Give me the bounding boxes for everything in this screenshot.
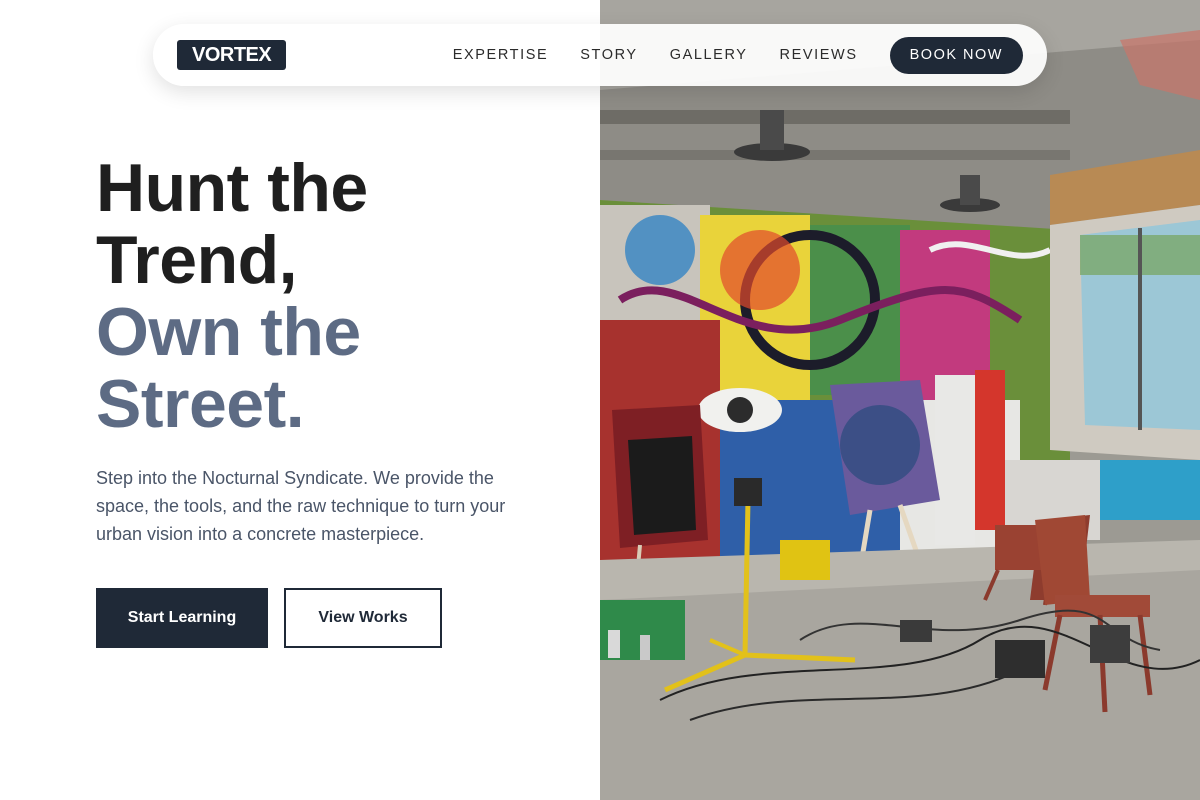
nav-link-expertise[interactable]: EXPERTISE bbox=[453, 47, 549, 63]
hero-image-graffiti-studio bbox=[600, 0, 1200, 800]
headline-line-2: Trend, bbox=[96, 222, 298, 298]
view-works-button[interactable]: View Works bbox=[284, 588, 442, 648]
nav-link-reviews[interactable]: REVIEWS bbox=[780, 47, 858, 63]
brand-logo[interactable]: VORTEX bbox=[177, 40, 287, 70]
headline-line-4: Street. bbox=[96, 366, 305, 442]
book-now-button[interactable]: BOOK NOW bbox=[889, 36, 1023, 74]
headline-line-1: Hunt the bbox=[96, 150, 368, 226]
start-learning-button[interactable]: Start Learning bbox=[96, 588, 268, 648]
hero-headline: Hunt the Trend, Own the Street. bbox=[96, 152, 576, 440]
nav-link-gallery[interactable]: GALLERY bbox=[670, 47, 748, 63]
nav-links: EXPERTISE STORY GALLERY REVIEWS bbox=[453, 47, 858, 63]
nav-link-story[interactable]: STORY bbox=[580, 47, 637, 63]
hero-lead-text: Step into the Nocturnal Syndicate. We pr… bbox=[96, 468, 506, 544]
headline-line-3: Own the bbox=[96, 294, 361, 370]
top-navbar: VORTEX EXPERTISE STORY GALLERY REVIEWS B… bbox=[153, 24, 1047, 86]
